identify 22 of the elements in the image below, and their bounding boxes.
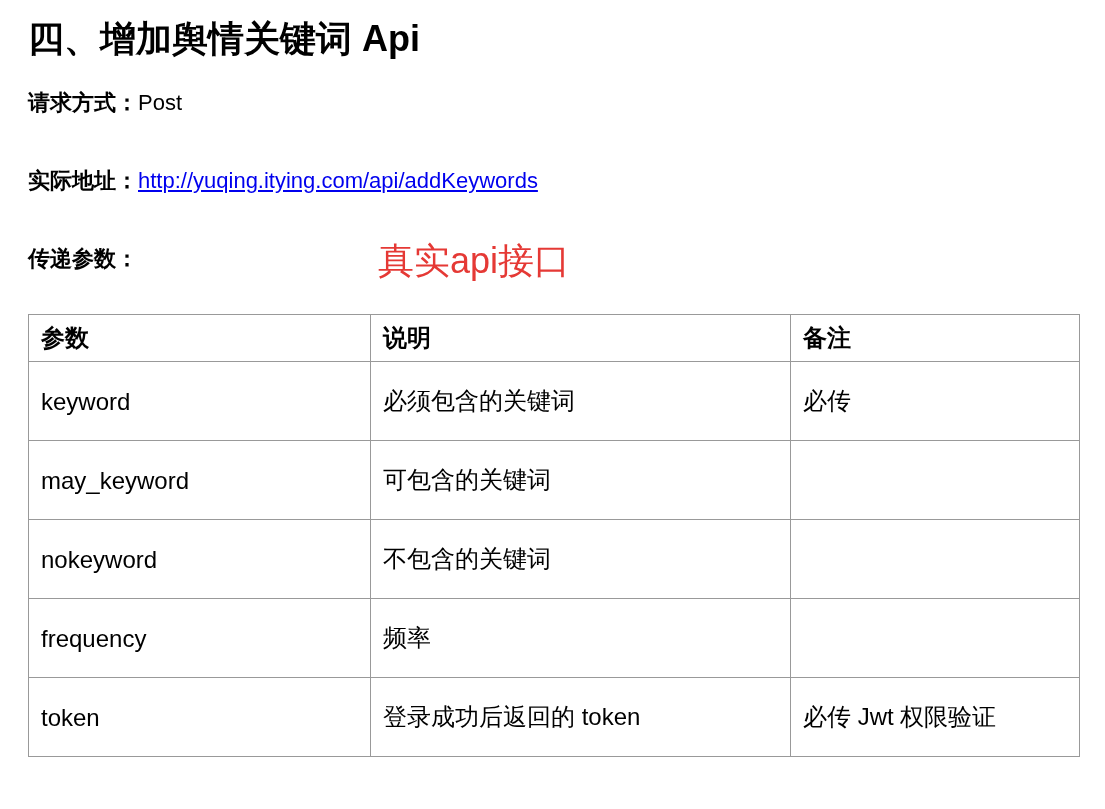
field-label: 请求方式： xyxy=(28,88,138,117)
table-cell: nokeyword xyxy=(28,519,371,599)
field-label: 实际地址： xyxy=(28,166,138,195)
table-cell: keyword xyxy=(28,361,371,441)
column-header: 参数 xyxy=(28,314,371,362)
table-cell: 频率 xyxy=(370,598,791,678)
column-header: 备注 xyxy=(790,314,1080,362)
field-label: 传递参数： xyxy=(28,244,138,273)
table-cell: frequency xyxy=(28,598,371,678)
table-cell: 必须包含的关键词 xyxy=(370,361,791,441)
column-header: 说明 xyxy=(370,314,791,362)
table-cell: 必传 xyxy=(790,361,1080,441)
page-heading: 四、增加舆情关键词 Api xyxy=(28,17,420,61)
table-cell: token xyxy=(28,677,371,757)
url-link[interactable]: http://yuqing.itying.com/api/addKeywords xyxy=(138,163,538,197)
table-cell: 必传 Jwt 权限验证 xyxy=(790,677,1080,757)
annotation-text: 真实api接口 xyxy=(378,239,571,283)
table-cell: 登录成功后返回的 token xyxy=(370,677,791,757)
field-value: Post xyxy=(138,88,183,117)
table-cell: 可包含的关键词 xyxy=(370,440,791,520)
table-cell: 不包含的关键词 xyxy=(370,519,791,599)
table-cell: may_keyword xyxy=(28,440,371,520)
